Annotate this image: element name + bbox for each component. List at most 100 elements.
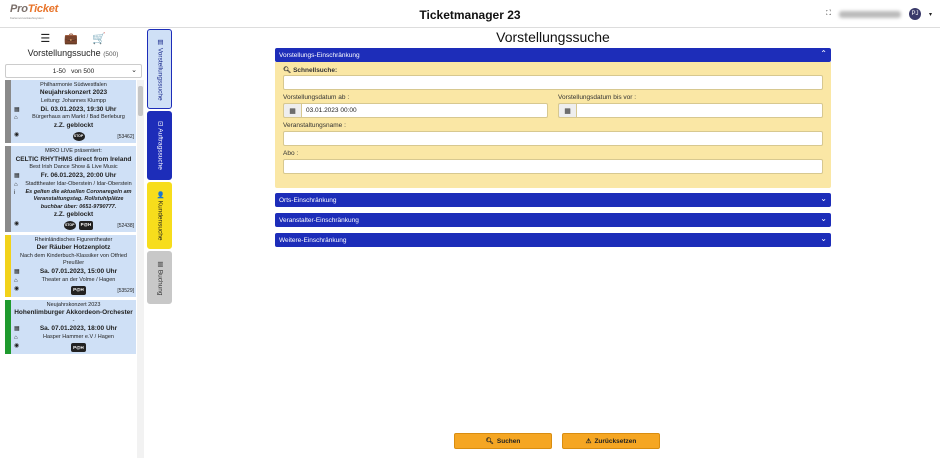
print-at-home-badge: P@H: [71, 343, 86, 353]
search-button[interactable]: 🔍︎ Suchen: [454, 433, 552, 449]
fullscreen-icon[interactable]: ⛶: [826, 10, 831, 18]
event-organizer: MIRO LIVE präsentiert:: [45, 148, 102, 155]
page-range-select[interactable]: 1-50 von 500 ⌄: [5, 64, 142, 78]
app-header: ProTicket Kartenvorverkaufssystem Ticket…: [0, 0, 940, 28]
list-icon: ▤: [156, 37, 164, 46]
date-to-label: Vorstellungsdatum bis vor :: [558, 94, 637, 101]
event-venue: Stadttheater Idar-Oberstein / Idar-Obers…: [25, 180, 132, 187]
event-title: Der Räuber Hotzenplotz: [36, 244, 111, 252]
panel-header-collapsed[interactable]: Veranstalter-Einschränkung ⌄: [275, 213, 831, 227]
event-status: z.Z. geblockt: [53, 210, 94, 218]
user-name-blurred: [838, 10, 901, 18]
search-main: Vorstellungssuche Vorstellungs-Einschrän…: [275, 29, 831, 247]
event-id: [53529]: [117, 287, 134, 294]
user-icon: 👤: [156, 190, 164, 199]
event-subtitle: -: [72, 317, 75, 324]
calendar-icon: ▦: [14, 268, 20, 275]
chevron-down-icon[interactable]: ▾: [929, 11, 932, 18]
event-subtitle: Best Irish Dance Show & Live Music: [29, 164, 118, 171]
event-organizer: Rheinländisches Figurentheater: [34, 236, 113, 243]
event-list: Philharmonie Südwestfalen Neujahrskonzert…: [5, 80, 136, 458]
panel-header-collapsed[interactable]: Weitere-Einschränkung ⌄: [275, 233, 831, 247]
event-card[interactable]: Neujahrskonzert 2023 Hohenlimburger Akkor…: [5, 299, 136, 355]
chevron-down-icon: ⌄: [820, 214, 827, 223]
stop-badge: STOP: [63, 220, 76, 230]
event-subtitle: Leitung: Johannes Klumpp: [40, 98, 107, 105]
briefcase-icon[interactable]: 💼: [64, 32, 78, 45]
panel-header-vorstellung[interactable]: Vorstellungs-Einschränkung ⌃: [275, 48, 831, 62]
event-card[interactable]: Philharmonie Südwestfalen Neujahrskonzert…: [5, 80, 136, 144]
home-icon: ⌂: [14, 277, 18, 284]
event-venue: Hasper Hammer e.V / Hagen: [43, 334, 114, 340]
event-card[interactable]: Rheinländisches Figurentheater Der Räuber…: [5, 234, 136, 297]
reset-button[interactable]: ⚠ Zurücksetzen: [562, 433, 660, 449]
event-date: Fr. 06.01.2023, 20:00 Uhr: [40, 171, 117, 179]
chevron-down-icon: ⌄: [820, 234, 827, 243]
quick-search-label: 🔍︎ Schnellsuche:: [283, 67, 338, 74]
event-title: Neujahrskonzert 2023: [39, 89, 108, 97]
sidebar-title: Vorstellungssuche (500): [27, 48, 119, 58]
calendar-icon: ▦: [14, 326, 20, 333]
calendar-icon: ▦: [14, 172, 20, 179]
event-date: Sa. 07.01.2023, 18:00 Uhr: [39, 325, 118, 333]
panel-header-collapsed[interactable]: Orts-Einschränkung ⌄: [275, 193, 831, 207]
warning-icon: ⚠: [585, 438, 592, 445]
event-organizer: Philharmonie Südwestfalen: [40, 82, 107, 88]
tab-buchung[interactable]: ▥ Buchung: [147, 251, 172, 304]
tab-vorstellungssuche[interactable]: ▤ Vorstellungssuche: [147, 29, 172, 109]
avatar[interactable]: PJ: [908, 8, 921, 20]
stop-badge: STOP: [72, 132, 85, 142]
ticket-icon: ◉: [14, 343, 20, 350]
tab-kundensuche[interactable]: 👤 Kundensuche: [147, 182, 172, 249]
event-subtitle: Nach dem Kinderbuch-Klassiker von Otfrie…: [20, 252, 127, 267]
event-title: CELTIC RHYTHMS direct from Ireland: [15, 155, 132, 163]
event-note: Es gelten die aktuellen Coronaregeln am …: [25, 188, 132, 210]
app-title: Ticketmanager 23: [419, 8, 521, 22]
abo-label: Abo :: [283, 150, 299, 157]
home-icon: ⌂: [14, 335, 18, 341]
scrollbar[interactable]: [137, 80, 144, 458]
print-at-home-badge: P@H: [71, 285, 86, 295]
event-name-input[interactable]: [283, 131, 823, 146]
calendar-icon[interactable]: ▦: [283, 103, 301, 118]
date-from-field[interactable]: ▦ 03.01.2023 00:00: [283, 103, 548, 118]
ticket-icon: ◉: [14, 285, 20, 292]
event-venue: Theater an der Volme / Hagen: [41, 276, 116, 283]
briefcase-icon: ⊡: [156, 121, 164, 127]
event-id: [52438]: [117, 222, 134, 229]
page-title: Vorstellungssuche: [496, 29, 610, 45]
event-date: Sa. 07.01.2023, 15:00 Uhr: [39, 267, 118, 275]
home-icon: ⌂: [14, 115, 18, 122]
ticket-icon: ◉: [14, 220, 20, 227]
event-venue: Bürgerhaus am Markt / Bad Berleburg: [32, 114, 125, 121]
date-from-label: Vorstellungsdatum ab :: [283, 94, 350, 101]
ticket-icon: ◉: [14, 132, 20, 139]
result-sidebar: ☰ 💼 🛒 Vorstellungssuche (500) 1-50 von 5…: [0, 29, 146, 458]
vertical-tabs: ▤ Vorstellungssuche ⊡ Auftragssuche 👤 Kund…: [147, 29, 173, 306]
home-icon: ⌂: [14, 181, 18, 188]
calendar-icon: ▦: [14, 106, 20, 113]
chevron-down-icon: ⌄: [820, 194, 827, 203]
quick-search-input[interactable]: [283, 75, 823, 90]
info-icon: i: [14, 189, 16, 196]
event-organizer: Neujahrskonzert 2023: [46, 301, 101, 308]
search-icon: 🔍︎: [485, 438, 494, 445]
chevron-down-icon: ⌄: [131, 67, 137, 74]
event-date: Di. 03.01.2023, 19:30 Uhr: [40, 105, 117, 113]
tab-auftragssuche[interactable]: ⊡ Auftragssuche: [147, 111, 172, 180]
search-icon: 🔍︎: [283, 67, 292, 74]
date-to-field[interactable]: ▦: [558, 103, 823, 118]
event-id: [53462]: [117, 134, 134, 141]
print-at-home-badge: P@H: [78, 220, 94, 230]
chevron-up-icon: ⌃: [820, 49, 827, 58]
panel-body-vorstellung: 🔍︎ Schnellsuche: Vorstellungsdatum ab : …: [275, 62, 831, 188]
event-card[interactable]: MIRO LIVE präsentiert: CELTIC RHYTHMS dir…: [5, 146, 136, 232]
event-status: z.Z. geblockt: [53, 122, 94, 130]
menu-icon[interactable]: ☰: [40, 32, 50, 45]
cart-icon[interactable]: 🛒: [92, 32, 106, 45]
abo-input[interactable]: [283, 159, 823, 174]
event-name-label: Veranstaltungsname :: [283, 122, 346, 129]
event-title: Hohenlimburger Akkordeon-Orchester: [14, 309, 133, 317]
calendar-icon[interactable]: ▦: [558, 103, 576, 118]
barcode-icon: ▥: [156, 259, 164, 268]
